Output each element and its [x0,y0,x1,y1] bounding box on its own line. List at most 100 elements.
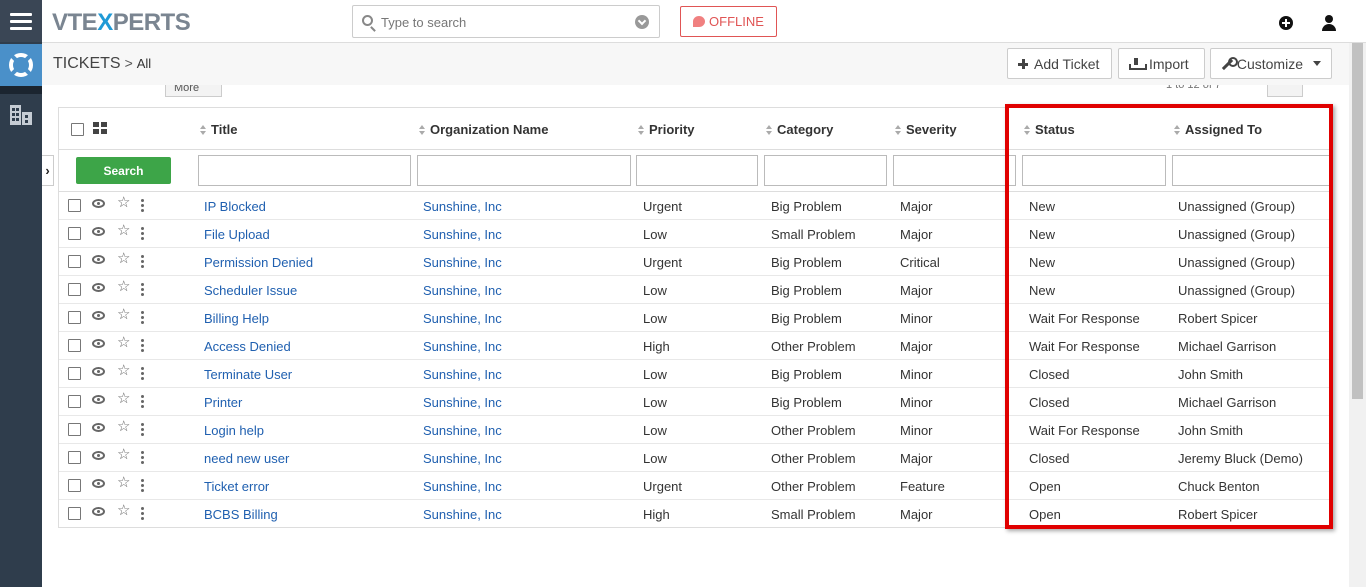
support-lifebuoy-icon[interactable] [0,44,42,86]
table-row[interactable]: ☆ need new user Sunshine, Inc Low Other Prob… [59,444,1329,472]
star-icon[interactable]: ☆ [117,419,130,434]
table-row[interactable]: ☆ Billing Help Sunshine, Inc Low Big Problem… [59,304,1329,332]
column-header-title[interactable]: Title [200,122,238,137]
organization-link[interactable]: Sunshine, Inc [423,283,502,298]
title-link[interactable]: Scheduler Issue [204,283,297,298]
table-row[interactable]: ☆ Login help Sunshine, Inc Low Other Problem… [59,416,1329,444]
more-actions-icon[interactable] [141,255,144,268]
organization-link[interactable]: Sunshine, Inc [423,451,502,466]
organization-link[interactable]: Sunshine, Inc [423,507,502,522]
star-icon[interactable]: ☆ [117,335,130,350]
more-actions-icon[interactable] [141,507,144,520]
row-checkbox[interactable] [68,367,81,380]
table-row[interactable]: ☆ File Upload Sunshine, Inc Low Small Proble… [59,220,1329,248]
table-row[interactable]: ☆ Printer Sunshine, Inc Low Big Problem Minor… [59,388,1329,416]
table-row[interactable]: ☆ Permission Denied Sunshine, Inc Urgent Big… [59,248,1329,276]
title-link[interactable]: Login help [204,423,264,438]
star-icon[interactable]: ☆ [117,447,130,462]
row-checkbox[interactable] [68,283,81,296]
more-actions-icon[interactable] [141,311,144,324]
more-actions-icon[interactable] [141,199,144,212]
select-all-checkbox[interactable] [71,123,84,136]
more-actions-icon[interactable] [141,395,144,408]
pagination-button[interactable] [1267,85,1303,97]
star-icon[interactable]: ☆ [117,223,130,238]
eye-icon[interactable] [92,311,105,320]
table-row[interactable]: ☆ IP Blocked Sunshine, Inc Urgent Big Proble… [59,192,1329,220]
severity-filter-input[interactable] [893,155,1016,186]
row-checkbox[interactable] [68,479,81,492]
star-icon[interactable]: ☆ [117,363,130,378]
title-link[interactable]: IP Blocked [204,199,266,214]
vertical-scrollbar[interactable] [1349,43,1366,587]
more-actions-icon[interactable] [141,227,144,240]
vtexperts-logo[interactable]: VTEXPERTS [52,9,191,37]
star-icon[interactable]: ☆ [117,251,130,266]
organization-link[interactable]: Sunshine, Inc [423,255,502,270]
title-link[interactable]: Permission Denied [204,255,313,270]
row-checkbox[interactable] [68,227,81,240]
eye-icon[interactable] [92,339,105,348]
eye-icon[interactable] [92,367,105,376]
title-link[interactable]: Billing Help [204,311,269,326]
column-header-severity[interactable]: Severity [895,122,957,137]
more-actions-icon[interactable] [141,451,144,464]
eye-icon[interactable] [92,283,105,292]
organization-link[interactable]: Sunshine, Inc [423,395,502,410]
assigned-to-filter-input[interactable] [1172,155,1329,186]
eye-icon[interactable] [92,423,105,432]
scrollbar-thumb[interactable] [1352,43,1363,399]
category-filter-input[interactable] [764,155,887,186]
star-icon[interactable]: ☆ [117,279,130,294]
global-search-input[interactable] [381,12,621,32]
organization-link[interactable]: Sunshine, Inc [423,227,502,242]
title-link[interactable]: BCBS Billing [204,507,278,522]
table-row[interactable]: ☆ Ticket error Sunshine, Inc Urgent Other Pr… [59,472,1329,500]
organization-link[interactable]: Sunshine, Inc [423,423,502,438]
more-actions-icon[interactable] [141,367,144,380]
eye-icon[interactable] [92,227,105,236]
more-actions-icon[interactable] [141,423,144,436]
more-actions-icon[interactable] [141,283,144,296]
row-checkbox[interactable] [68,339,81,352]
organization-building-icon[interactable] [10,105,32,125]
row-checkbox[interactable] [68,199,81,212]
hamburger-menu-icon[interactable] [0,0,42,42]
column-header-status[interactable]: Status [1024,122,1075,137]
title-link[interactable]: Printer [204,395,242,410]
table-row[interactable]: ☆ BCBS Billing Sunshine, Inc High Small Prob… [59,500,1329,527]
customize-button[interactable]: Customize [1210,48,1332,79]
eye-icon[interactable] [92,395,105,404]
offline-button[interactable]: OFFLINE [680,6,777,37]
column-header-priority[interactable]: Priority [638,122,695,137]
row-checkbox[interactable] [68,507,81,520]
eye-icon[interactable] [92,199,105,208]
table-row[interactable]: ☆ Access Denied Sunshine, Inc High Other Pro… [59,332,1329,360]
add-ticket-button[interactable]: Add Ticket [1007,48,1112,79]
organization-link[interactable]: Sunshine, Inc [423,479,502,494]
star-icon[interactable]: ☆ [117,475,130,490]
star-icon[interactable]: ☆ [117,391,130,406]
organization-link[interactable]: Sunshine, Inc [423,199,502,214]
title-link[interactable]: Ticket error [204,479,269,494]
chevron-down-icon[interactable] [635,15,649,29]
organization-link[interactable]: Sunshine, Inc [423,311,502,326]
eye-icon[interactable] [92,451,105,460]
column-header-category[interactable]: Category [766,122,833,137]
quick-create-plus-icon[interactable] [1279,16,1293,30]
table-row[interactable]: ☆ Scheduler Issue Sunshine, Inc Low Big Prob… [59,276,1329,304]
star-icon[interactable]: ☆ [117,307,130,322]
search-button[interactable]: Search [76,157,171,184]
import-button[interactable]: Import [1118,48,1205,79]
column-header-organization[interactable]: Organization Name [419,122,548,137]
organization-link[interactable]: Sunshine, Inc [423,339,502,354]
star-icon[interactable]: ☆ [117,195,130,210]
title-link[interactable]: Terminate User [204,367,292,382]
user-profile-icon[interactable] [1322,15,1336,31]
eye-icon[interactable] [92,507,105,516]
row-checkbox[interactable] [68,395,81,408]
organization-link[interactable]: Sunshine, Inc [423,367,502,382]
table-row[interactable]: ☆ Terminate User Sunshine, Inc Low Big Probl… [59,360,1329,388]
priority-filter-input[interactable] [636,155,758,186]
more-button[interactable]: More [165,85,222,97]
